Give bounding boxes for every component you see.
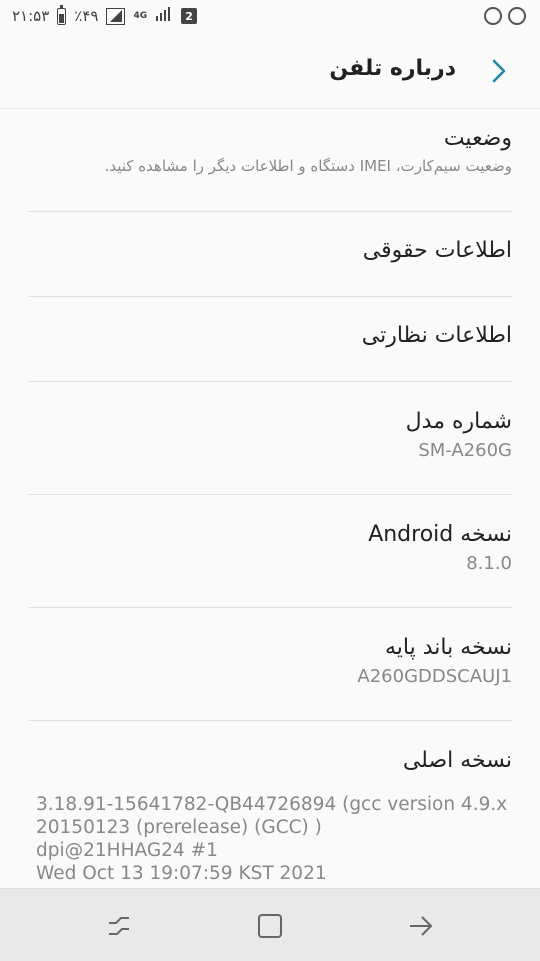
item-subtitle: A260GDDSCAUJ1 <box>357 666 512 687</box>
list-item-baseband-version[interactable]: نسخه باند پایه A260GDDSCAUJ1 <box>28 608 512 721</box>
kernel-line: 20150123 (prerelease) (GCC) ) <box>36 817 322 838</box>
status-bar: ۲۱:۵۳ ٪۴۹ 4G 2 <box>0 0 540 34</box>
signal-sim2-icon <box>155 6 173 26</box>
list-item-regulatory-info[interactable]: اطلاعات نظارتی <box>28 297 512 382</box>
kernel-line: Wed Oct 13 19:07:59 KST 2021 <box>36 863 327 884</box>
network-type-icon: 4G <box>133 10 148 21</box>
list-item-status[interactable]: وضعیت وضعیت سیم‌کارت، IMEI دستگاه و اطلا… <box>28 109 512 212</box>
chrome-icon <box>508 7 526 25</box>
signal-sim1-icon <box>106 7 126 25</box>
item-title: نسخه Android <box>368 522 512 547</box>
status-time: ۲۱:۵۳ <box>12 7 50 25</box>
item-subtitle: وضعیت سیم‌کارت، IMEI دستگاه و اطلاعات دی… <box>104 157 512 175</box>
back-chevron-icon[interactable] <box>488 58 510 84</box>
app-header: درباره تلفن <box>0 34 540 109</box>
kernel-line: 3.18.91-15641782-QB44726894 (gcc version… <box>36 794 508 815</box>
back-icon[interactable] <box>408 913 434 939</box>
sim2-badge: 2 <box>181 8 198 24</box>
item-subtitle: 8.1.0 <box>466 553 512 574</box>
item-title: اطلاعات نظارتی <box>361 323 512 348</box>
item-title: شماره مدل <box>405 409 512 434</box>
item-title: نسخه باند پایه <box>385 635 512 660</box>
list-item-android-version[interactable]: نسخه Android 8.1.0 <box>28 495 512 608</box>
item-title: وضعیت <box>443 126 512 151</box>
kernel-version-text: 3.18.91-15641782-QB44726894 (gcc version… <box>36 793 512 885</box>
item-title: نسخه اصلی <box>402 748 512 773</box>
settings-list: وضعیت وضعیت سیم‌کارت، IMEI دستگاه و اطلا… <box>0 109 540 891</box>
status-bar-left: ۲۱:۵۳ ٪۴۹ 4G 2 <box>12 4 198 26</box>
status-bar-right <box>484 7 526 25</box>
kernel-line: dpi@21HHAG24 #1 <box>36 840 218 861</box>
list-item-legal-info[interactable]: اطلاعات حقوقی <box>28 212 512 297</box>
sync-icon <box>484 7 502 25</box>
item-subtitle: SM-A260G <box>418 440 512 461</box>
home-icon[interactable] <box>257 913 283 939</box>
item-title: اطلاعات حقوقی <box>362 238 512 263</box>
battery-percent: ٪۴۹ <box>74 7 99 25</box>
page-title: درباره تلفن <box>329 56 456 81</box>
battery-icon <box>57 4 67 25</box>
navigation-bar <box>0 888 540 961</box>
list-item-kernel-version[interactable]: نسخه اصلی 3.18.91-15641782-QB44726894 (g… <box>28 721 512 891</box>
list-item-model-number[interactable]: شماره مدل SM-A260G <box>28 382 512 495</box>
recent-apps-icon[interactable] <box>106 913 132 939</box>
